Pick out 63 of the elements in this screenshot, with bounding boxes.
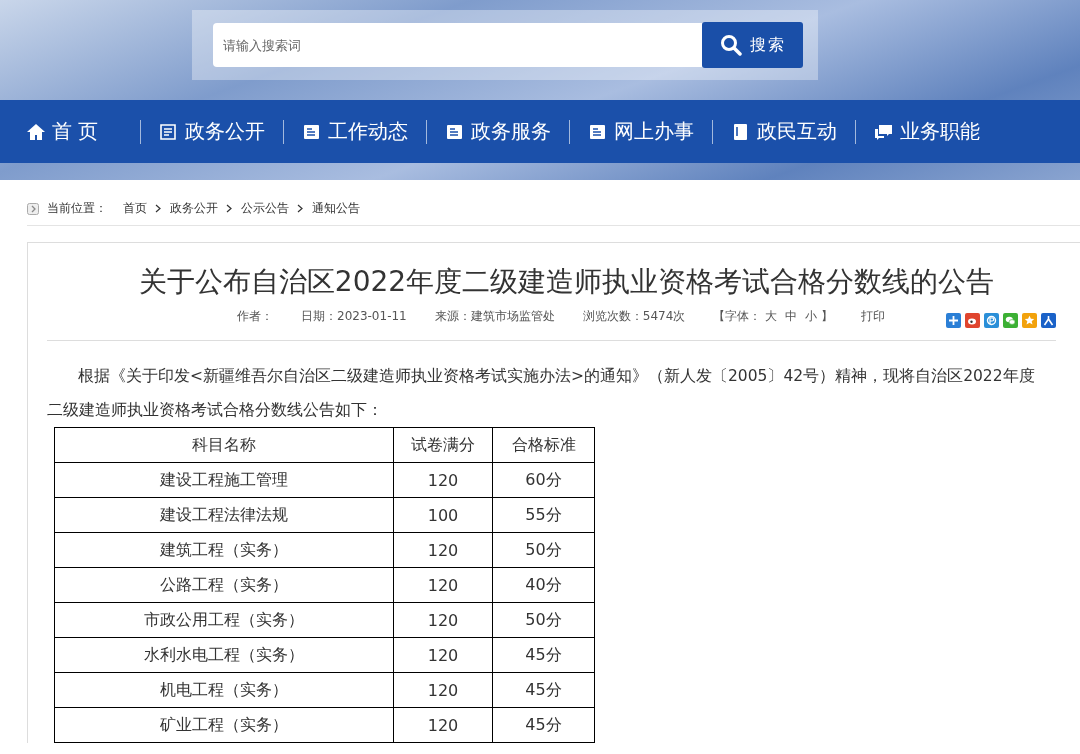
article-meta: 浏览次数：5474次 <box>582 308 686 325</box>
table-cell: 50分 <box>492 602 595 638</box>
chevron-icon <box>297 204 304 213</box>
table-cell: 120 <box>393 672 493 708</box>
table-cell: 建设工程施工管理 <box>54 462 394 498</box>
chevron-icon <box>155 204 162 213</box>
table-cell: 55分 <box>492 497 595 533</box>
breadcrumb-link[interactable]: 通知公告 <box>312 200 360 217</box>
share-icon[interactable] <box>1041 313 1056 328</box>
article-meta: 来源：建筑市场监管处 <box>434 308 555 325</box>
table-cell: 120 <box>393 567 493 603</box>
nav-item[interactable]: 工作动态 <box>292 118 419 145</box>
table-cell: 水利水电工程（实务） <box>54 637 394 673</box>
print-link[interactable]: 打印 <box>861 308 886 325</box>
table-cell: 100 <box>393 497 493 533</box>
font-size-link[interactable]: 小 <box>805 308 818 325</box>
search-field[interactable]: 请输入搜索词 <box>213 23 702 67</box>
table-cell: 120 <box>393 532 493 568</box>
search-button[interactable]: 搜索 <box>702 22 803 68</box>
search-icon <box>719 34 742 56</box>
share-icon[interactable] <box>984 313 999 328</box>
table-cell: 机电工程（实务） <box>54 672 394 708</box>
table-cell: 120 <box>393 637 493 673</box>
table-cell: 市政公用工程（实务） <box>54 602 394 638</box>
font-size-label: 【字体： <box>713 308 762 325</box>
share-icon[interactable] <box>965 313 980 328</box>
home-icon <box>26 121 46 142</box>
table-cell: 120 <box>393 707 493 743</box>
table-cell: 50分 <box>492 532 595 568</box>
table-cell: 45分 <box>492 707 595 743</box>
table-cell: 45分 <box>492 637 595 673</box>
chevron-icon <box>226 204 233 213</box>
table-cell: 建筑工程（实务） <box>54 532 394 568</box>
nav-item[interactable]: 业务职能 <box>864 118 991 145</box>
article-meta: 日期：2023-01-11 <box>301 308 407 325</box>
column-header: 合格标准 <box>492 427 595 463</box>
table-cell: 40分 <box>492 567 595 603</box>
table-cell: 120 <box>393 602 493 638</box>
nav-item[interactable]: 网上办事 <box>578 118 705 145</box>
breadcrumb-label: 当前位置： <box>47 200 107 217</box>
font-size-bracket: 】 <box>821 308 834 325</box>
article-title: 关于公布自治区2022年度二级建造师执业资格考试合格分数线的公告 <box>137 264 996 300</box>
breadcrumb-link[interactable]: 政务公开 <box>170 200 218 217</box>
table-cell: 120 <box>393 462 493 498</box>
nav-item[interactable]: 政务公开 <box>149 118 276 145</box>
column-header: 科目名称 <box>54 427 394 463</box>
share-icon[interactable] <box>1003 313 1018 328</box>
table-cell: 建设工程法律法规 <box>54 497 394 533</box>
article-meta: 作者： <box>237 308 273 325</box>
nav-item[interactable]: 政民互动 <box>721 118 848 145</box>
nav-item[interactable]: 政务服务 <box>435 118 562 145</box>
font-size-link[interactable]: 中 <box>785 308 798 325</box>
table-cell: 45分 <box>492 672 595 708</box>
table-cell: 60分 <box>492 462 595 498</box>
nav-item[interactable]: 首 页 <box>0 118 133 145</box>
font-size-link[interactable]: 大 <box>765 308 778 325</box>
table-cell: 矿业工程（实务） <box>54 707 394 743</box>
table-cell: 公路工程（实务） <box>54 567 394 603</box>
share-icon[interactable] <box>946 313 961 328</box>
column-header: 试卷满分 <box>393 427 493 463</box>
article-paragraph: 根据《关于印发<新疆维吾尔自治区二级建造师执业资格考试实施办法>的通知》（新人发〔2005〕42号）精神，现将自治区2022年度二级建造师执业资格考试合格分数线公告如下： <box>47 366 1036 421</box>
breadcrumb-link[interactable]: 首页 <box>123 200 147 217</box>
breadcrumb-link[interactable]: 公示公告 <box>241 200 289 217</box>
